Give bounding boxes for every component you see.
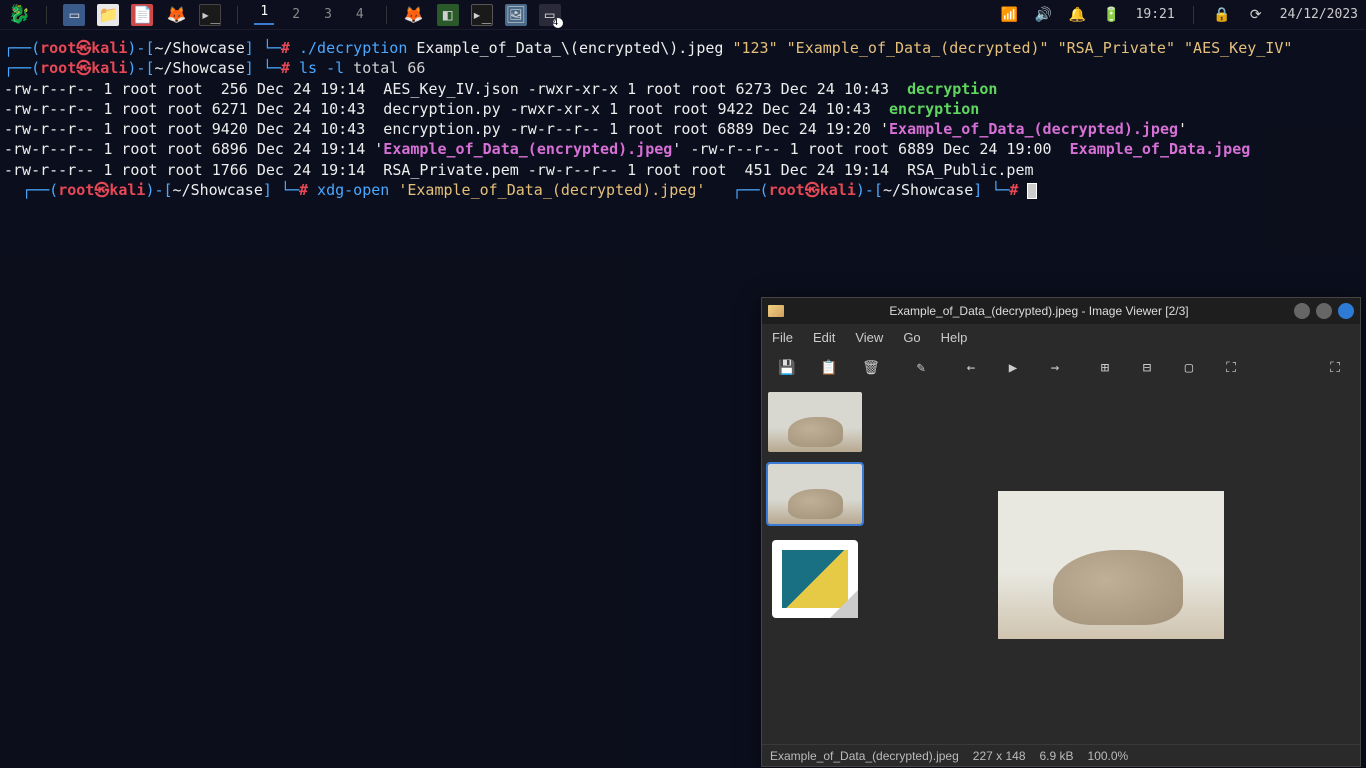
battery-icon[interactable]: 🔋 <box>1102 5 1122 25</box>
toolbar: 💾 📋 🗑 ✎ ← ▶ → ⊞ ⊟ ▢ ⛶ ⛶ <box>762 350 1360 386</box>
prompt: ┌──(root㉿kali)-[~/Showcase] <box>4 39 254 57</box>
ls-total: total 66 <box>353 59 425 77</box>
terminal-icon[interactable]: ▸_ <box>199 4 221 26</box>
running-terminal-icon[interactable]: ▸_ <box>471 4 493 26</box>
cursor <box>1027 183 1037 199</box>
ls-row: -rw-r--r-- 1 root root 9420 Dec 24 10:43… <box>4 120 501 138</box>
wifi-icon[interactable]: 📶 <box>1000 5 1020 25</box>
menu-help[interactable]: Help <box>941 330 968 345</box>
zoom-out-icon[interactable]: ⊟ <box>1138 360 1156 376</box>
power-icon[interactable]: ⟳ <box>1246 5 1266 25</box>
zoom-in-icon[interactable]: ⊞ <box>1096 360 1114 376</box>
cmd-xdg-open: └─# xdg-open 'Example_of_Data_(decrypted… <box>281 181 705 199</box>
running-app-icon[interactable]: ▭4 <box>539 4 561 26</box>
clock-time[interactable]: 19:21 <box>1136 7 1175 22</box>
ls-row: -rw-r--r-- 1 root root 256 Dec 24 19:14 … <box>4 80 519 98</box>
prompt: ┌──(root㉿kali)-[~/Showcase] <box>22 181 272 199</box>
status-filename: Example_of_Data_(decrypted).jpeg <box>770 749 959 763</box>
maximize-button[interactable] <box>1316 303 1332 319</box>
taskbar: 🐉 ▭ 📁 📄 🦊 ▸_ 1 2 3 4 🦊 ◧ ▸_ 🖼 ▭4 📶 🔊 🔔 🔋… <box>0 0 1366 30</box>
prompt: ┌──(root㉿kali)-[~/Showcase] <box>4 59 254 77</box>
menu-view[interactable]: View <box>855 330 883 345</box>
cmd-decryption: └─# ./decryption Example_of_Data_\(encry… <box>263 39 1293 57</box>
ls-row: -rw-r--r-- 1 root root 451 Dec 24 19:14 … <box>528 161 1034 179</box>
prompt-cursor: └─# <box>991 181 1037 199</box>
ls-row: -rwxr-xr-x 1 root root 6273 Dec 24 10:43… <box>528 80 998 98</box>
menu-file[interactable]: File <box>772 330 793 345</box>
save-icon[interactable]: 💾 <box>778 360 796 376</box>
thumbnail-2[interactable] <box>768 464 862 524</box>
divider <box>1193 6 1194 24</box>
clock-date[interactable]: 24/12/2023 <box>1280 7 1358 22</box>
play-icon[interactable]: ▶ <box>1004 360 1022 376</box>
running-image-viewer-icon[interactable]: 🖼 <box>505 4 527 26</box>
app-desktop-icon[interactable]: ▭ <box>63 4 85 26</box>
running-pycharm-icon[interactable]: ◧ <box>437 4 459 26</box>
ls-row: -rw-r--r-- 1 root root 6271 Dec 24 10:43… <box>4 100 501 118</box>
image-viewer-window[interactable]: Example_of_Data_(decrypted).jpeg - Image… <box>761 297 1361 767</box>
blank-line <box>4 181 13 199</box>
thumbnail-3[interactable] <box>772 540 858 618</box>
titlebar[interactable]: Example_of_Data_(decrypted).jpeg - Image… <box>762 298 1360 324</box>
workspace-2[interactable]: 2 <box>286 7 306 22</box>
notifications-icon[interactable]: 🔔 <box>1068 5 1088 25</box>
divider <box>386 6 387 24</box>
status-filesize: 6.9 kB <box>1040 749 1074 763</box>
menu-go[interactable]: Go <box>903 330 920 345</box>
displayed-image <box>998 491 1224 639</box>
window-title: Example_of_Data_(decrypted).jpeg - Image… <box>790 304 1288 318</box>
workspace-4[interactable]: 4 <box>350 7 370 22</box>
workspace-3[interactable]: 3 <box>318 7 338 22</box>
ls-row: -rw-r--r-- 1 root root 6889 Dec 24 19:20… <box>510 120 1187 138</box>
fullscreen-icon[interactable]: ⛶ <box>1326 360 1344 376</box>
prompt: ┌──(root㉿kali)-[~/Showcase] <box>732 181 982 199</box>
status-zoom: 100.0% <box>1088 749 1129 763</box>
blank-line <box>714 181 723 199</box>
lock-icon[interactable]: 🔒 <box>1212 5 1232 25</box>
edit-icon[interactable]: ✎ <box>912 360 930 376</box>
file-manager-icon[interactable]: 📁 <box>97 4 119 26</box>
cmd-ls: └─# ls -l <box>263 59 344 77</box>
firefox-icon[interactable]: 🦊 <box>165 4 187 26</box>
save-as-icon[interactable]: 📋 <box>820 360 838 376</box>
minimize-button[interactable] <box>1294 303 1310 319</box>
menubar: File Edit View Go Help <box>762 324 1360 350</box>
text-editor-icon[interactable]: 📄 <box>131 4 153 26</box>
zoom-fit-icon[interactable]: ⛶ <box>1222 360 1240 376</box>
delete-icon[interactable]: 🗑 <box>862 360 880 376</box>
statusbar: Example_of_Data_(decrypted).jpeg 227 x 1… <box>762 744 1360 766</box>
thumbnail-pane <box>762 386 862 744</box>
ls-row: -rwxr-xr-x 1 root root 9422 Dec 24 10:43… <box>510 100 980 118</box>
kali-menu-icon[interactable]: 🐉 <box>8 4 30 25</box>
next-icon[interactable]: → <box>1046 360 1064 376</box>
menu-edit[interactable]: Edit <box>813 330 835 345</box>
blank-line <box>1301 39 1310 57</box>
running-firefox-icon[interactable]: 🦊 <box>403 4 425 26</box>
divider <box>237 6 238 24</box>
status-dimensions: 227 x 148 <box>973 749 1026 763</box>
workspace-1[interactable]: 1 <box>254 4 274 25</box>
app-icon <box>768 305 784 317</box>
ls-row: -rw-r--r-- 1 root root 6896 Dec 24 19:14… <box>4 140 681 158</box>
zoom-100-icon[interactable]: ▢ <box>1180 360 1198 376</box>
viewer-body <box>762 386 1360 744</box>
close-button[interactable] <box>1338 303 1354 319</box>
ls-row: -rw-r--r-- 1 root root 6889 Dec 24 19:00… <box>690 140 1250 158</box>
image-canvas[interactable] <box>862 386 1360 744</box>
volume-icon[interactable]: 🔊 <box>1034 5 1054 25</box>
thumbnail-1[interactable] <box>768 392 862 452</box>
prev-icon[interactable]: ← <box>962 360 980 376</box>
divider <box>46 6 47 24</box>
ls-row: -rw-r--r-- 1 root root 1766 Dec 24 19:14… <box>4 161 519 179</box>
